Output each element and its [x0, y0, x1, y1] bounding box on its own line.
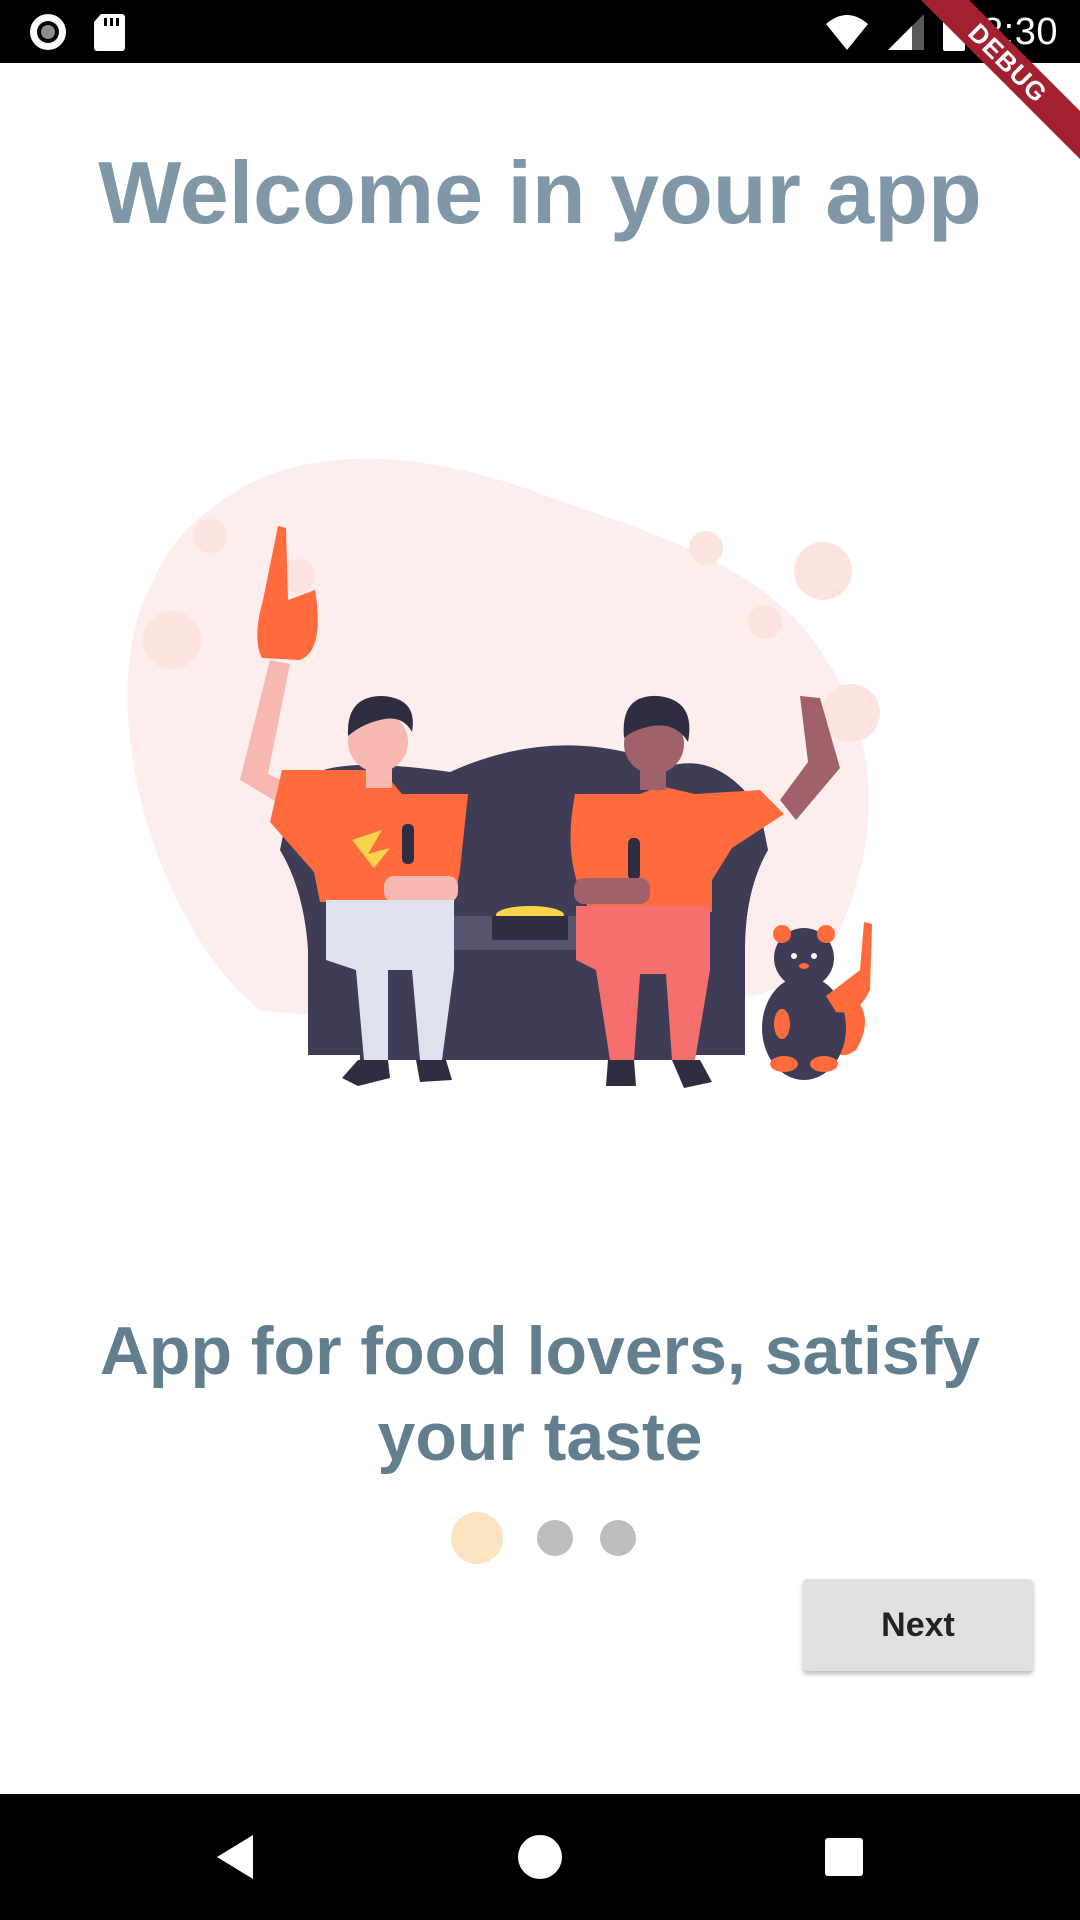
bubble [822, 684, 880, 742]
bubble [748, 605, 782, 639]
page-dot-active[interactable] [451, 1512, 503, 1564]
battery-icon [943, 12, 966, 51]
signal-icon [888, 14, 925, 50]
home-icon[interactable] [510, 1827, 570, 1887]
page-indicator [0, 1510, 1080, 1566]
status-time: 8:30 [982, 11, 1058, 53]
snack-bowl [492, 906, 568, 940]
wifi-icon [826, 15, 869, 50]
cat-mascot [762, 922, 872, 1080]
page-title: Welcome in your app [98, 143, 982, 242]
navigation-bar [0, 1794, 1080, 1920]
bubble [794, 542, 852, 600]
status-bar: 8:30 [0, 0, 1080, 63]
sd-card-icon [94, 14, 125, 51]
page-dot[interactable] [537, 1520, 573, 1556]
back-icon[interactable] [205, 1827, 265, 1887]
bubble [689, 531, 723, 565]
bubble [193, 519, 227, 553]
onboarding-description: App for food lovers, satisfy your taste [99, 1313, 981, 1475]
page-dot[interactable] [600, 1520, 636, 1556]
record-icon [30, 14, 66, 50]
onboarding-illustration [127, 458, 880, 1088]
next-button[interactable]: Next [803, 1579, 1033, 1671]
bubble [143, 611, 201, 669]
recents-icon[interactable] [814, 1827, 874, 1887]
